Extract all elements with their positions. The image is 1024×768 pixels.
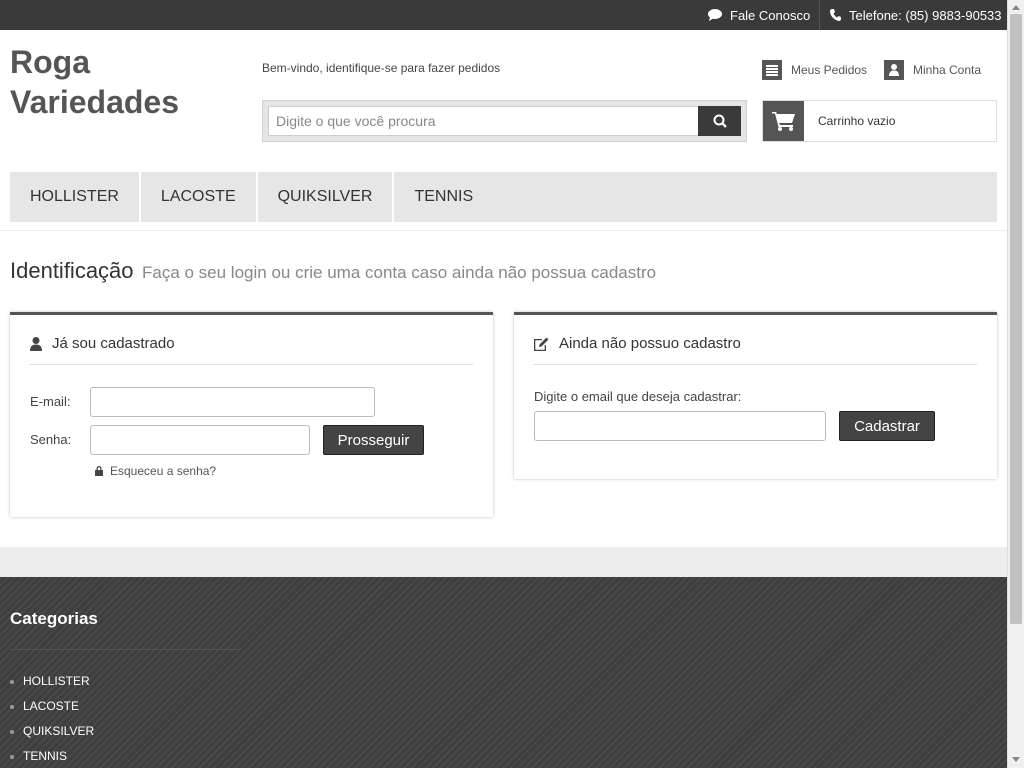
footer-title: Categorias <box>10 609 98 628</box>
my-orders-link[interactable]: Meus Pedidos <box>762 60 867 80</box>
phone-link[interactable]: Telefone: (85) 9883-90533 <box>830 0 1002 30</box>
login-panel-header: Já sou cadastrado <box>30 335 473 365</box>
scrollbar-thumb[interactable] <box>1010 14 1022 624</box>
search-button[interactable] <box>698 106 741 136</box>
top-bar: Fale Conosco Telefone: (85) 9883-90533 <box>0 0 1007 30</box>
login-submit-button[interactable]: Prosseguir <box>323 425 424 455</box>
forgot-password-link[interactable]: Esqueceu a senha? <box>95 464 216 478</box>
user-icon <box>30 337 42 351</box>
login-password-input[interactable] <box>90 425 310 455</box>
cart-widget[interactable]: Carrinho vazio <box>762 100 997 142</box>
chat-bubble-icon <box>708 9 722 21</box>
scroll-down-arrow-icon[interactable] <box>1012 757 1020 762</box>
register-email-label: Digite o email que deseja cadastrar: <box>534 389 742 404</box>
register-panel-title: Ainda não possuo cadastro <box>559 335 741 352</box>
footer-category-lacoste[interactable]: LACOSTE <box>10 699 94 724</box>
email-label: E-mail: <box>30 394 71 409</box>
list-icon <box>762 60 782 80</box>
main-nav: HOLLISTER LACOSTE QUIKSILVER TENNIS <box>10 172 997 222</box>
password-label: Senha: <box>30 432 72 447</box>
register-submit-button[interactable]: Cadastrar <box>839 411 935 441</box>
page-title: Identificação Faça o seu login ou crie u… <box>10 258 656 284</box>
vertical-scrollbar[interactable] <box>1007 0 1024 768</box>
scroll-up-arrow-icon[interactable] <box>1012 5 1020 10</box>
footer-category-list: HOLLISTER LACOSTE QUIKSILVER TENNIS <box>10 674 94 768</box>
my-account-label: Minha Conta <box>913 63 982 77</box>
contact-link[interactable]: Fale Conosco <box>708 0 810 30</box>
contact-link-label: Fale Conosco <box>730 7 811 23</box>
footer: Categorias HOLLISTER LACOSTE QUIKSILVER … <box>0 577 1007 768</box>
nav-item-quiksilver[interactable]: QUIKSILVER <box>258 172 395 222</box>
register-panel-header: Ainda não possuo cadastro <box>534 335 977 365</box>
cart-status: Carrinho vazio <box>818 114 896 128</box>
forgot-password-label: Esqueceu a senha? <box>110 464 217 478</box>
my-orders-label: Meus Pedidos <box>791 63 868 77</box>
nav-divider <box>0 230 1007 231</box>
nav-item-tennis[interactable]: TENNIS <box>394 172 493 222</box>
my-account-link[interactable]: Minha Conta <box>884 60 981 80</box>
phone-icon <box>830 9 841 21</box>
lock-icon <box>95 466 103 476</box>
register-panel: Ainda não possuo cadastro Digite o email… <box>514 312 997 479</box>
store-logo[interactable]: Roga Variedades <box>10 42 240 122</box>
page-title-subtitle: Faça o seu login ou crie uma conta caso … <box>141 263 657 282</box>
login-email-input[interactable] <box>90 387 375 417</box>
footer-category-tennis[interactable]: TENNIS <box>10 749 94 768</box>
shopping-cart-icon <box>763 101 804 141</box>
nav-item-hollister[interactable]: HOLLISTER <box>10 172 141 222</box>
footer-divider <box>10 649 240 650</box>
search-bar <box>262 100 747 142</box>
welcome-message: Bem-vindo, identifique-se para fazer ped… <box>262 61 501 75</box>
login-panel: Já sou cadastrado E-mail: Senha: Prosseg… <box>10 312 493 517</box>
nav-item-lacoste[interactable]: LACOSTE <box>141 172 258 222</box>
edit-icon <box>534 337 549 351</box>
logo-line-1: Roga <box>10 44 90 80</box>
page-content: Roga Variedades Bem-vindo, identifique-s… <box>0 30 1007 547</box>
logo-line-2: Variedades <box>10 84 179 120</box>
login-panel-title: Já sou cadastrado <box>52 335 175 352</box>
footer-category-quiksilver[interactable]: QUIKSILVER <box>10 724 94 749</box>
search-input[interactable] <box>268 106 699 136</box>
user-icon <box>884 60 904 80</box>
page-title-main: Identificação <box>10 258 134 283</box>
topbar-divider <box>819 0 820 30</box>
register-email-input[interactable] <box>534 411 826 441</box>
footer-category-hollister[interactable]: HOLLISTER <box>10 674 94 699</box>
search-icon <box>713 114 727 128</box>
phone-label: Telefone: (85) 9883-90533 <box>849 7 1002 23</box>
